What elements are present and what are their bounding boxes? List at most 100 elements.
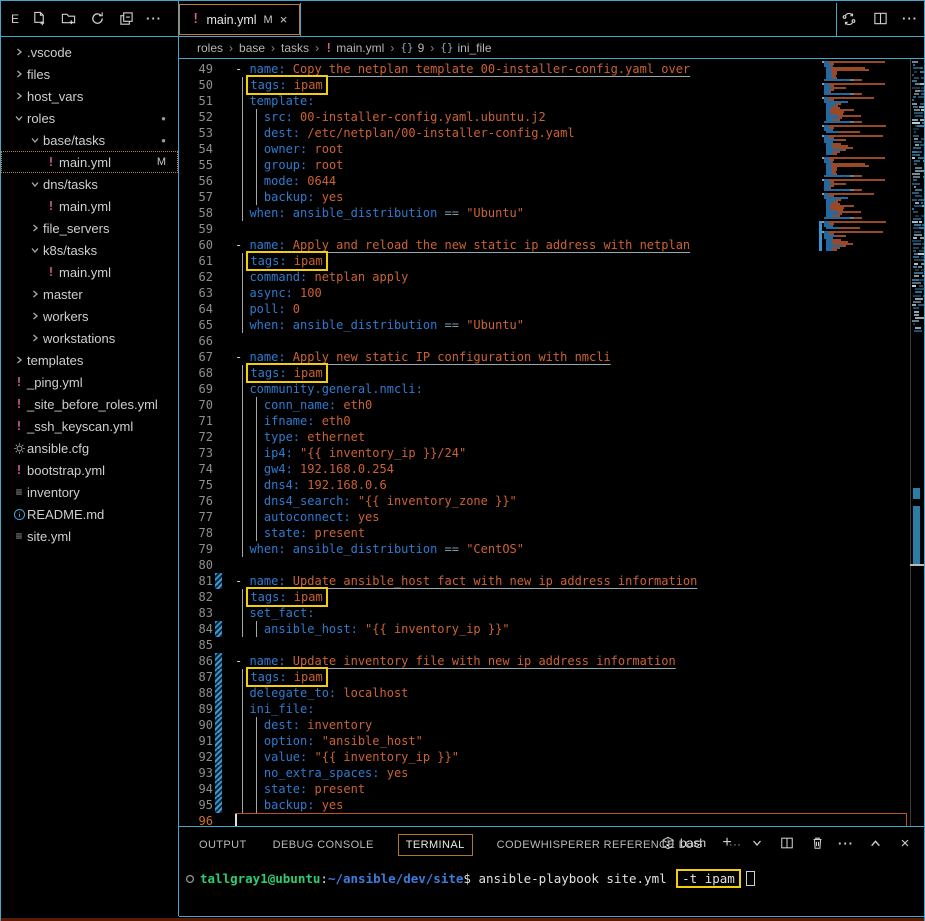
code-line-53[interactable]: 53 dest: /etc/netplan/00-installer-confi… bbox=[179, 125, 907, 141]
new-file-icon[interactable] bbox=[30, 10, 48, 28]
sidebar-item-bootstrap-yml[interactable]: !bootstrap.yml bbox=[1, 459, 178, 481]
code-line-73[interactable]: 73 ip4: "{{ inventory_ip }}/24" bbox=[179, 445, 907, 461]
sidebar-item-roles[interactable]: roles● bbox=[1, 107, 178, 129]
code-line-54[interactable]: 54 owner: root bbox=[179, 141, 907, 157]
close-panel-icon[interactable]: × bbox=[896, 834, 914, 852]
code-line-83[interactable]: 83 set_fact: bbox=[179, 605, 907, 621]
explorer-more-icon[interactable]: ··· bbox=[146, 11, 162, 26]
code-line-74[interactable]: 74 gw4: 192.168.0.254 bbox=[179, 461, 907, 477]
editor-more-icon[interactable]: ··· bbox=[902, 11, 918, 26]
code-line-80[interactable]: 80 bbox=[179, 557, 907, 573]
code-line-57[interactable]: 57 backup: yes bbox=[179, 189, 907, 205]
code-line-87[interactable]: 87 tags: ipam bbox=[179, 669, 907, 685]
code-line-95[interactable]: 95 backup: yes bbox=[179, 797, 907, 813]
new-folder-icon[interactable] bbox=[59, 10, 77, 28]
maximize-panel-icon[interactable] bbox=[866, 834, 884, 852]
sidebar-item-k8s-tasks[interactable]: k8s/tasks bbox=[1, 239, 178, 261]
split-terminal-icon[interactable] bbox=[778, 834, 796, 852]
sidebar-item-master[interactable]: master bbox=[1, 283, 178, 305]
code-line-78[interactable]: 78 state: present bbox=[179, 525, 907, 541]
code-line-88[interactable]: 88 delegate_to: localhost bbox=[179, 685, 907, 701]
sidebar-item-base-tasks[interactable]: base/tasks● bbox=[1, 129, 178, 151]
sidebar-item-main-yml[interactable]: !main.ymlM bbox=[1, 151, 178, 173]
code-line-85[interactable]: 85 bbox=[179, 637, 907, 653]
sidebar-item-workers[interactable]: workers bbox=[1, 305, 178, 327]
code-line-79[interactable]: 79 when: ansible_distribution == "CentOS… bbox=[179, 541, 907, 557]
code-line-63[interactable]: 63 async: 100 bbox=[179, 285, 907, 301]
tab-main-yml[interactable]: ! main.yml M × bbox=[179, 4, 300, 35]
breadcrumb-item-tasks[interactable]: tasks bbox=[281, 41, 309, 55]
code-line-94[interactable]: 94 state: present bbox=[179, 781, 907, 797]
breadcrumb-item-ini-file[interactable]: {}ini_file bbox=[440, 41, 491, 55]
code-line-89[interactable]: 89 ini_file: bbox=[179, 701, 907, 717]
code-line-96[interactable]: 96 bbox=[179, 813, 907, 826]
code-line-92[interactable]: 92 value: "{{ inventory_ip }}" bbox=[179, 749, 907, 765]
code-line-52[interactable]: 52 src: 00-installer-config.yaml.ubuntu.… bbox=[179, 109, 907, 125]
code-area[interactable]: 49- name: Copy the netplan template 00-i… bbox=[179, 61, 907, 826]
breadcrumb-item-roles[interactable]: roles bbox=[197, 41, 223, 55]
new-terminal-icon[interactable]: + bbox=[718, 834, 736, 852]
code-line-72[interactable]: 72 type: ethernet bbox=[179, 429, 907, 445]
code-line-59[interactable]: 59 bbox=[179, 221, 907, 237]
kill-terminal-icon[interactable] bbox=[808, 834, 826, 852]
code-line-77[interactable]: 77 autoconnect: yes bbox=[179, 509, 907, 525]
split-editor-icon[interactable] bbox=[871, 10, 889, 28]
code-line-62[interactable]: 62 command: netplan apply bbox=[179, 269, 907, 285]
code-line-68[interactable]: 68 tags: ipam bbox=[179, 365, 907, 381]
sidebar-item-site-before-roles-yml[interactable]: !_site_before_roles.yml bbox=[1, 393, 178, 415]
code-line-69[interactable]: 69 community.general.nmcli: bbox=[179, 381, 907, 397]
sidebar-item-ansible-cfg[interactable]: ansible.cfg bbox=[1, 437, 178, 459]
code-editor[interactable]: 49- name: Copy the netplan template 00-i… bbox=[179, 59, 924, 826]
sidebar-item-ping-yml[interactable]: !_ping.yml bbox=[1, 371, 178, 393]
breadcrumb-item-base[interactable]: base bbox=[239, 41, 265, 55]
sidebar-item-inventory[interactable]: ≡inventory bbox=[1, 481, 178, 503]
code-line-84[interactable]: 84 ansible_host: "{{ inventory_ip }}" bbox=[179, 621, 907, 637]
code-line-90[interactable]: 90 dest: inventory bbox=[179, 717, 907, 733]
panel-tab-debug-console[interactable]: DEBUG CONSOLE bbox=[271, 834, 376, 856]
sidebar-item-vscode[interactable]: .vscode bbox=[1, 41, 178, 63]
code-line-58[interactable]: 58 when: ansible_distribution == "Ubuntu… bbox=[179, 205, 907, 221]
shell-selector[interactable]: bash bbox=[661, 836, 706, 850]
code-line-75[interactable]: 75 dns4: 192.168.0.6 bbox=[179, 477, 907, 493]
code-line-50[interactable]: 50 tags: ipam bbox=[179, 77, 907, 93]
sidebar-item-main-yml[interactable]: !main.yml bbox=[1, 195, 178, 217]
code-line-55[interactable]: 55 group: root bbox=[179, 157, 907, 173]
code-line-61[interactable]: 61 tags: ipam bbox=[179, 253, 907, 269]
code-line-82[interactable]: 82 tags: ipam bbox=[179, 589, 907, 605]
sidebar-item-files[interactable]: files bbox=[1, 63, 178, 85]
sidebar-item-dns-tasks[interactable]: dns/tasks bbox=[1, 173, 178, 195]
gutter bbox=[215, 157, 222, 173]
collapse-folders-icon[interactable] bbox=[117, 10, 135, 28]
panel-tab-terminal[interactable]: TERMINAL bbox=[398, 834, 473, 856]
sidebar-item-ssh-keyscan-yml[interactable]: !_ssh_keyscan.yml bbox=[1, 415, 178, 437]
refresh-icon[interactable] bbox=[88, 10, 106, 28]
sidebar-item-workstations[interactable]: workstations bbox=[1, 327, 178, 349]
sidebar-item-templates[interactable]: templates bbox=[1, 349, 178, 371]
panel-tab-output[interactable]: OUTPUT bbox=[197, 834, 249, 856]
code-line-66[interactable]: 66 bbox=[179, 333, 907, 349]
code-line-70[interactable]: 70 conn_name: eth0 bbox=[179, 397, 907, 413]
code-line-56[interactable]: 56 mode: 0644 bbox=[179, 173, 907, 189]
panel-more-icon[interactable]: ··· bbox=[838, 836, 854, 851]
sidebar-item-host-vars[interactable]: host_vars bbox=[1, 85, 178, 107]
code-line-65[interactable]: 65 when: ansible_distribution == "Ubuntu… bbox=[179, 317, 907, 333]
sidebar-item-file-servers[interactable]: file_servers bbox=[1, 217, 178, 239]
breadcrumb-item-9[interactable]: {}9 bbox=[400, 41, 424, 55]
terminal-command-line[interactable]: tallgray1@ubuntu:~/ansible/dev/site$ ans… bbox=[185, 869, 755, 888]
code-line-51[interactable]: 51 template: bbox=[179, 93, 907, 109]
minimap[interactable] bbox=[822, 61, 895, 261]
code-line-91[interactable]: 91 option: "ansible_host" bbox=[179, 733, 907, 749]
code-line-64[interactable]: 64 poll: 0 bbox=[179, 301, 907, 317]
sidebar-item-site-yml[interactable]: ≡site.yml bbox=[1, 525, 178, 547]
code-line-71[interactable]: 71 ifname: eth0 bbox=[179, 413, 907, 429]
open-changes-icon[interactable] bbox=[840, 10, 858, 28]
scrollbar-thumb[interactable] bbox=[913, 506, 920, 564]
code-line-76[interactable]: 76 dns4_search: "{{ inventory_zone }}" bbox=[179, 493, 907, 509]
sidebar-item-main-yml[interactable]: !main.yml bbox=[1, 261, 178, 283]
code-line-93[interactable]: 93 no_extra_spaces: yes bbox=[179, 765, 907, 781]
breadcrumb[interactable]: roles›base›tasks›!main.yml›{}9›{}ini_fil… bbox=[179, 37, 924, 58]
breadcrumb-item-main-yml[interactable]: !main.yml bbox=[325, 41, 384, 55]
terminal-dropdown-icon[interactable] bbox=[748, 834, 766, 852]
tab-close-icon[interactable]: × bbox=[280, 12, 288, 27]
sidebar-item-readme-md[interactable]: README.md bbox=[1, 503, 178, 525]
